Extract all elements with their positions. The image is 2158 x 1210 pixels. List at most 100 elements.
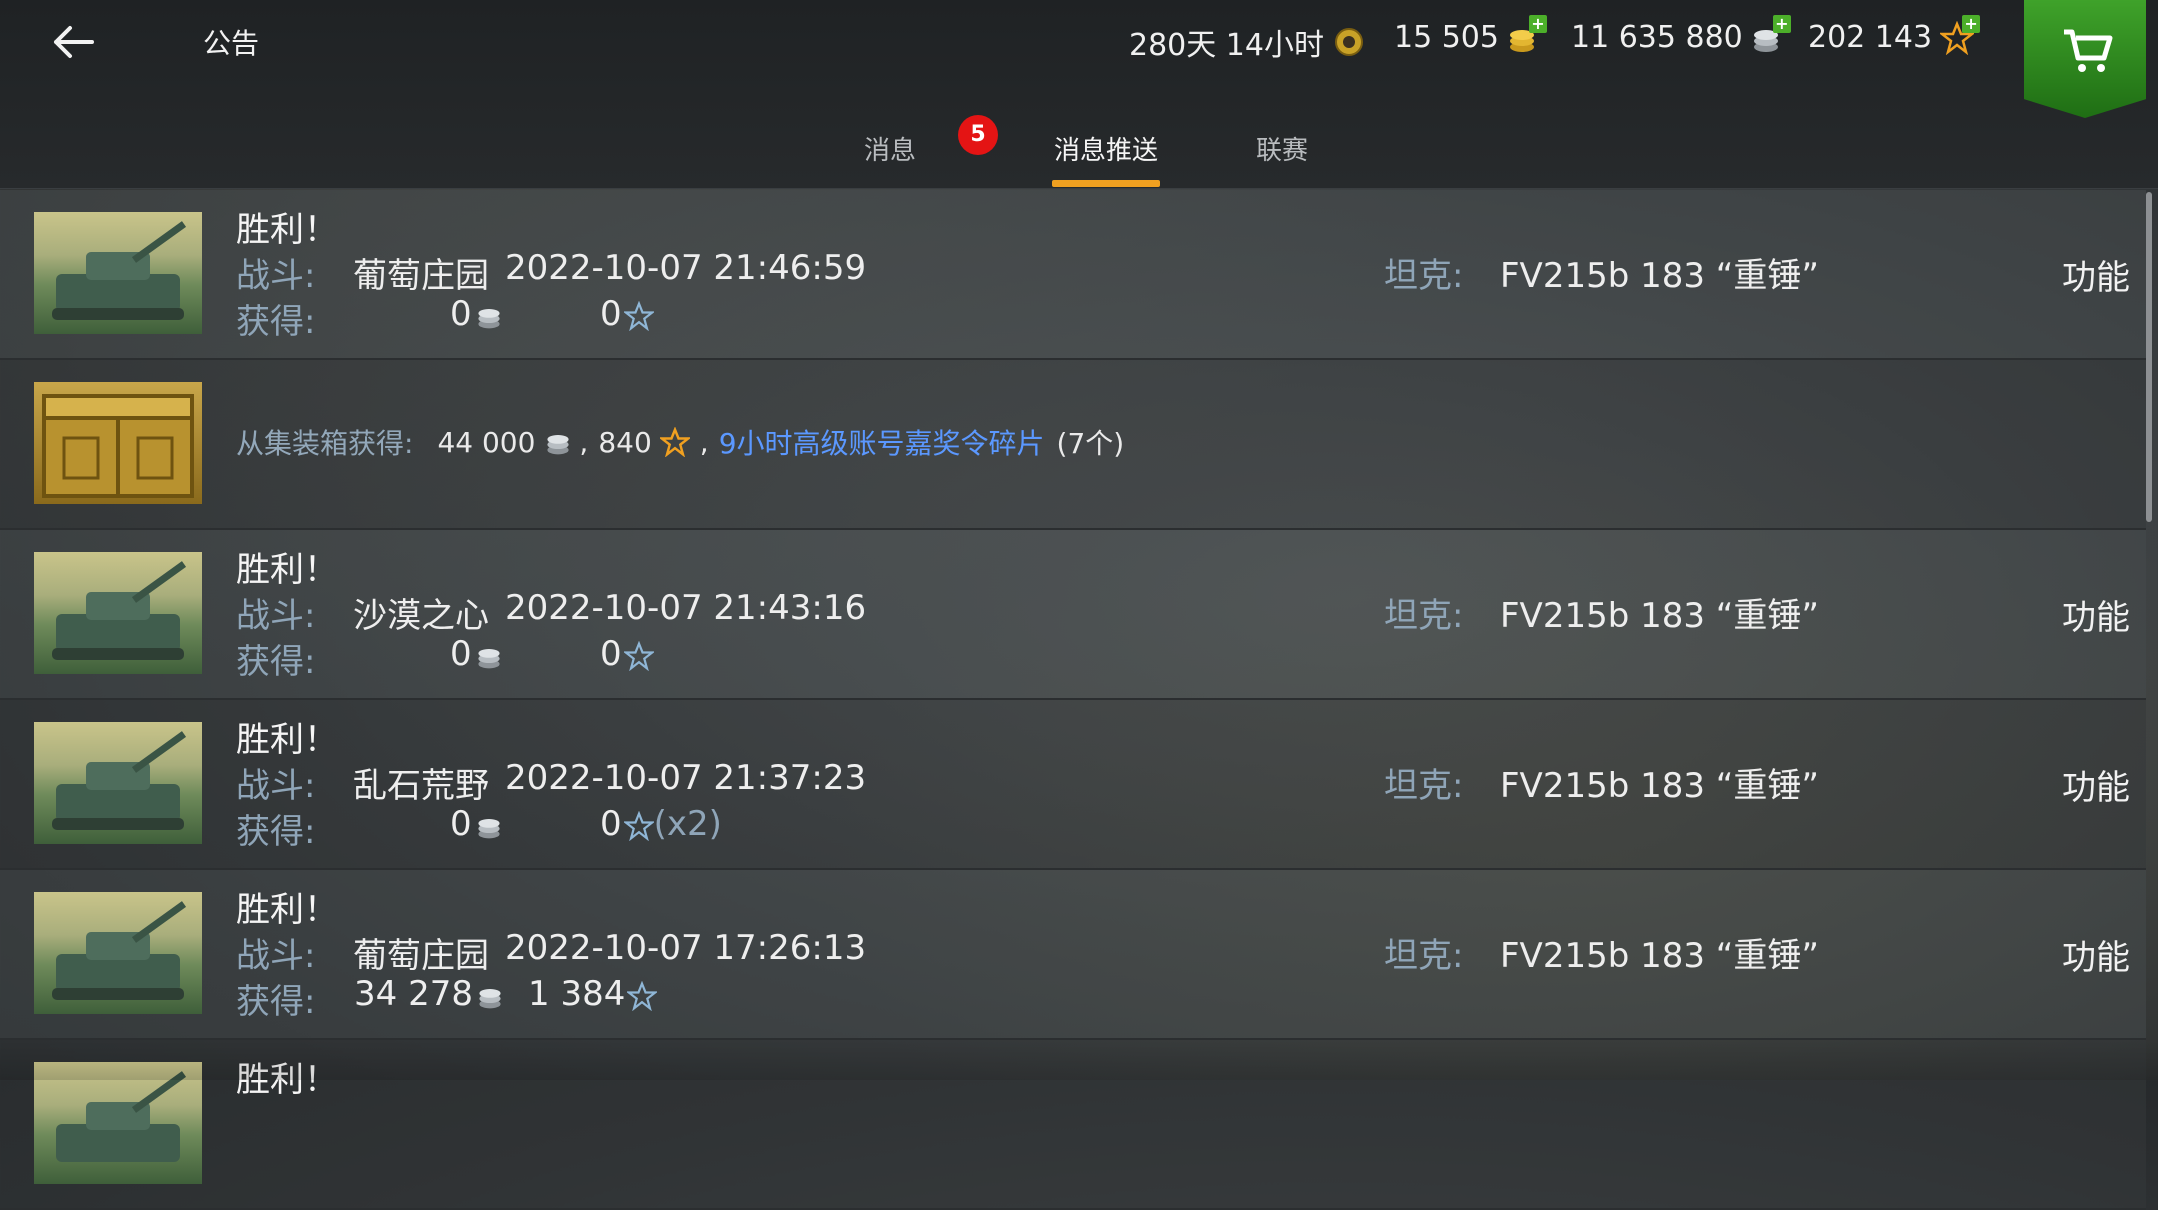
battle-label: 战斗: xyxy=(236,596,316,636)
xp-amount: 1 384 xyxy=(528,974,626,1014)
xp-amount: 0 xyxy=(600,634,622,674)
credits-amount: 0 xyxy=(450,634,472,674)
star-xp-icon: + xyxy=(1938,14,1981,55)
list-item[interactable]: 胜利！ 战斗: 乱石荒野 2022-10-07 21:37:23 获得: 0 0… xyxy=(0,700,2146,870)
tank-thumbnail xyxy=(34,1062,202,1184)
xp-multiplier: (x2) xyxy=(653,804,722,844)
tank-label: 坦克: xyxy=(1384,936,1464,976)
battle-label: 战斗: xyxy=(236,936,316,976)
battle-label: 战斗: xyxy=(236,766,316,806)
add-gold-icon[interactable]: + xyxy=(1528,14,1547,33)
credits-amount: 34 278 xyxy=(354,974,473,1014)
scrollbar[interactable] xyxy=(2146,192,2152,522)
unread-count-badge: 5 xyxy=(958,115,998,155)
xp-amount: 0 xyxy=(600,294,622,334)
earned-xp: 0 (x2) xyxy=(600,804,722,844)
crate-xp: 840 xyxy=(598,425,652,459)
tank-label: 坦克: xyxy=(1384,766,1464,806)
gold-coins-icon: + xyxy=(1507,14,1547,55)
free-xp-value: 202 143 xyxy=(1808,20,1933,55)
star-xp-icon xyxy=(623,810,654,841)
earned-credits: 0 xyxy=(450,294,504,334)
earned-label: 获得: xyxy=(236,812,316,852)
tank-name: FV215b 183 “重锤” xyxy=(1500,936,1820,976)
earned-label: 获得: xyxy=(236,302,316,342)
silver-credits-icon xyxy=(479,988,501,1008)
function-button[interactable]: 功能 xyxy=(2062,590,2130,639)
add-xp-icon[interactable]: + xyxy=(1962,14,1981,33)
free-xp-stat[interactable]: 202 143 + xyxy=(1808,14,1981,55)
tank-thumbnail xyxy=(34,212,202,334)
battle-label: 战斗: xyxy=(236,256,316,296)
gold-stat[interactable]: 15 505 + xyxy=(1394,14,1547,55)
tank-name: FV215b 183 “重锤” xyxy=(1500,766,1820,806)
earned-label: 获得: xyxy=(236,642,316,682)
crate-thumbnail xyxy=(34,382,202,504)
reward-item-link[interactable]: 9小时高级账号嘉奖令碎片 xyxy=(719,422,1045,462)
list-item[interactable]: 胜利！ 战斗: 沙漠之心 2022-10-07 21:43:16 获得: 0 0… xyxy=(0,530,2146,700)
tank-thumbnail xyxy=(34,722,202,844)
reward-item-count: (7个) xyxy=(1056,427,1125,460)
message-title: 胜利！ xyxy=(236,550,338,590)
add-credits-icon[interactable]: + xyxy=(1772,14,1791,33)
map-name: 葡萄庄园 xyxy=(353,256,489,296)
star-xp-icon xyxy=(623,640,654,671)
premium-time-stat[interactable]: 280天 14小时 xyxy=(1129,20,1366,64)
function-button[interactable]: 功能 xyxy=(2062,930,2130,979)
silver-credits-icon xyxy=(478,818,500,838)
list-item[interactable]: 胜利！ 战斗: 葡萄庄园 2022-10-07 21:46:59 获得: 0 0… xyxy=(0,190,2146,360)
message-title: 胜利！ xyxy=(236,890,338,930)
star-xp-icon xyxy=(659,427,690,457)
arrow-left-icon xyxy=(54,26,94,58)
message-title: 胜利！ xyxy=(236,210,338,250)
map-name: 沙漠之心 xyxy=(353,596,489,636)
tank-label: 坦克: xyxy=(1384,596,1464,636)
page-title: 公告 xyxy=(203,27,260,60)
map-name: 葡萄庄园 xyxy=(353,936,489,976)
gold-value: 15 505 xyxy=(1394,20,1499,55)
battle-datetime: 2022-10-07 21:37:23 xyxy=(505,758,867,798)
cart-icon xyxy=(2064,29,2113,72)
tank-thumbnail xyxy=(34,552,202,674)
tab-bar: 消息 消息推送 联赛 xyxy=(0,118,2158,188)
list-item[interactable]: 胜利！ 战斗: 葡萄庄园 2022-10-07 17:26:13 获得: 34 … xyxy=(0,870,2146,1040)
earned-xp: 0 xyxy=(600,634,654,674)
battle-datetime: 2022-10-07 21:43:16 xyxy=(505,588,867,628)
separator: , xyxy=(699,425,709,459)
message-title: 胜利！ xyxy=(236,720,338,760)
list-item[interactable]: 从集装箱获得: 44 000 , 840 , 9小时高级账号嘉奖令碎片 (7个) xyxy=(0,360,2146,530)
battle-datetime: 2022-10-07 17:26:13 xyxy=(505,928,867,968)
credits-stat[interactable]: 11 635 880 + xyxy=(1571,14,1791,55)
tank-name: FV215b 183 “重锤” xyxy=(1500,256,1820,296)
star-xp-icon xyxy=(623,300,654,331)
silver-credits-icon: + xyxy=(1751,14,1791,55)
credits-value: 11 635 880 xyxy=(1571,20,1743,55)
tab-league[interactable]: 联赛 xyxy=(1256,130,1308,167)
back-button[interactable] xyxy=(40,14,110,70)
star-xp-icon xyxy=(627,980,658,1011)
silver-credits-icon xyxy=(478,648,500,668)
shop-button[interactable] xyxy=(2024,0,2146,118)
function-button[interactable]: 功能 xyxy=(2062,250,2130,299)
credits-amount: 0 xyxy=(450,294,472,334)
silver-credits-icon xyxy=(478,308,500,328)
function-button[interactable]: 功能 xyxy=(2062,760,2130,809)
silver-credits-icon xyxy=(547,434,570,455)
crate-credits: 44 000 xyxy=(437,425,536,459)
xp-amount: 0 xyxy=(600,804,622,844)
map-name: 乱石荒野 xyxy=(353,766,489,806)
crate-source-label: 从集装箱获得: xyxy=(236,427,414,460)
premium-laurel-icon xyxy=(1332,25,1366,59)
separator: , xyxy=(579,425,589,459)
crate-reward-line: 从集装箱获得: 44 000 , 840 , 9小时高级账号嘉奖令碎片 (7个) xyxy=(236,422,1124,462)
battle-datetime: 2022-10-07 21:46:59 xyxy=(505,248,867,288)
earned-label: 获得: xyxy=(236,982,316,1022)
tank-thumbnail xyxy=(34,892,202,1014)
bottom-shade xyxy=(0,1040,2158,1080)
tab-notifications[interactable]: 消息推送 xyxy=(1054,130,1158,167)
earned-xp: 1 384 xyxy=(528,974,658,1014)
earned-credits: 0 xyxy=(450,634,504,674)
tab-messages[interactable]: 消息 xyxy=(864,130,916,167)
premium-time-value: 280天 14小时 xyxy=(1129,28,1324,63)
earned-credits: 0 xyxy=(450,804,504,844)
